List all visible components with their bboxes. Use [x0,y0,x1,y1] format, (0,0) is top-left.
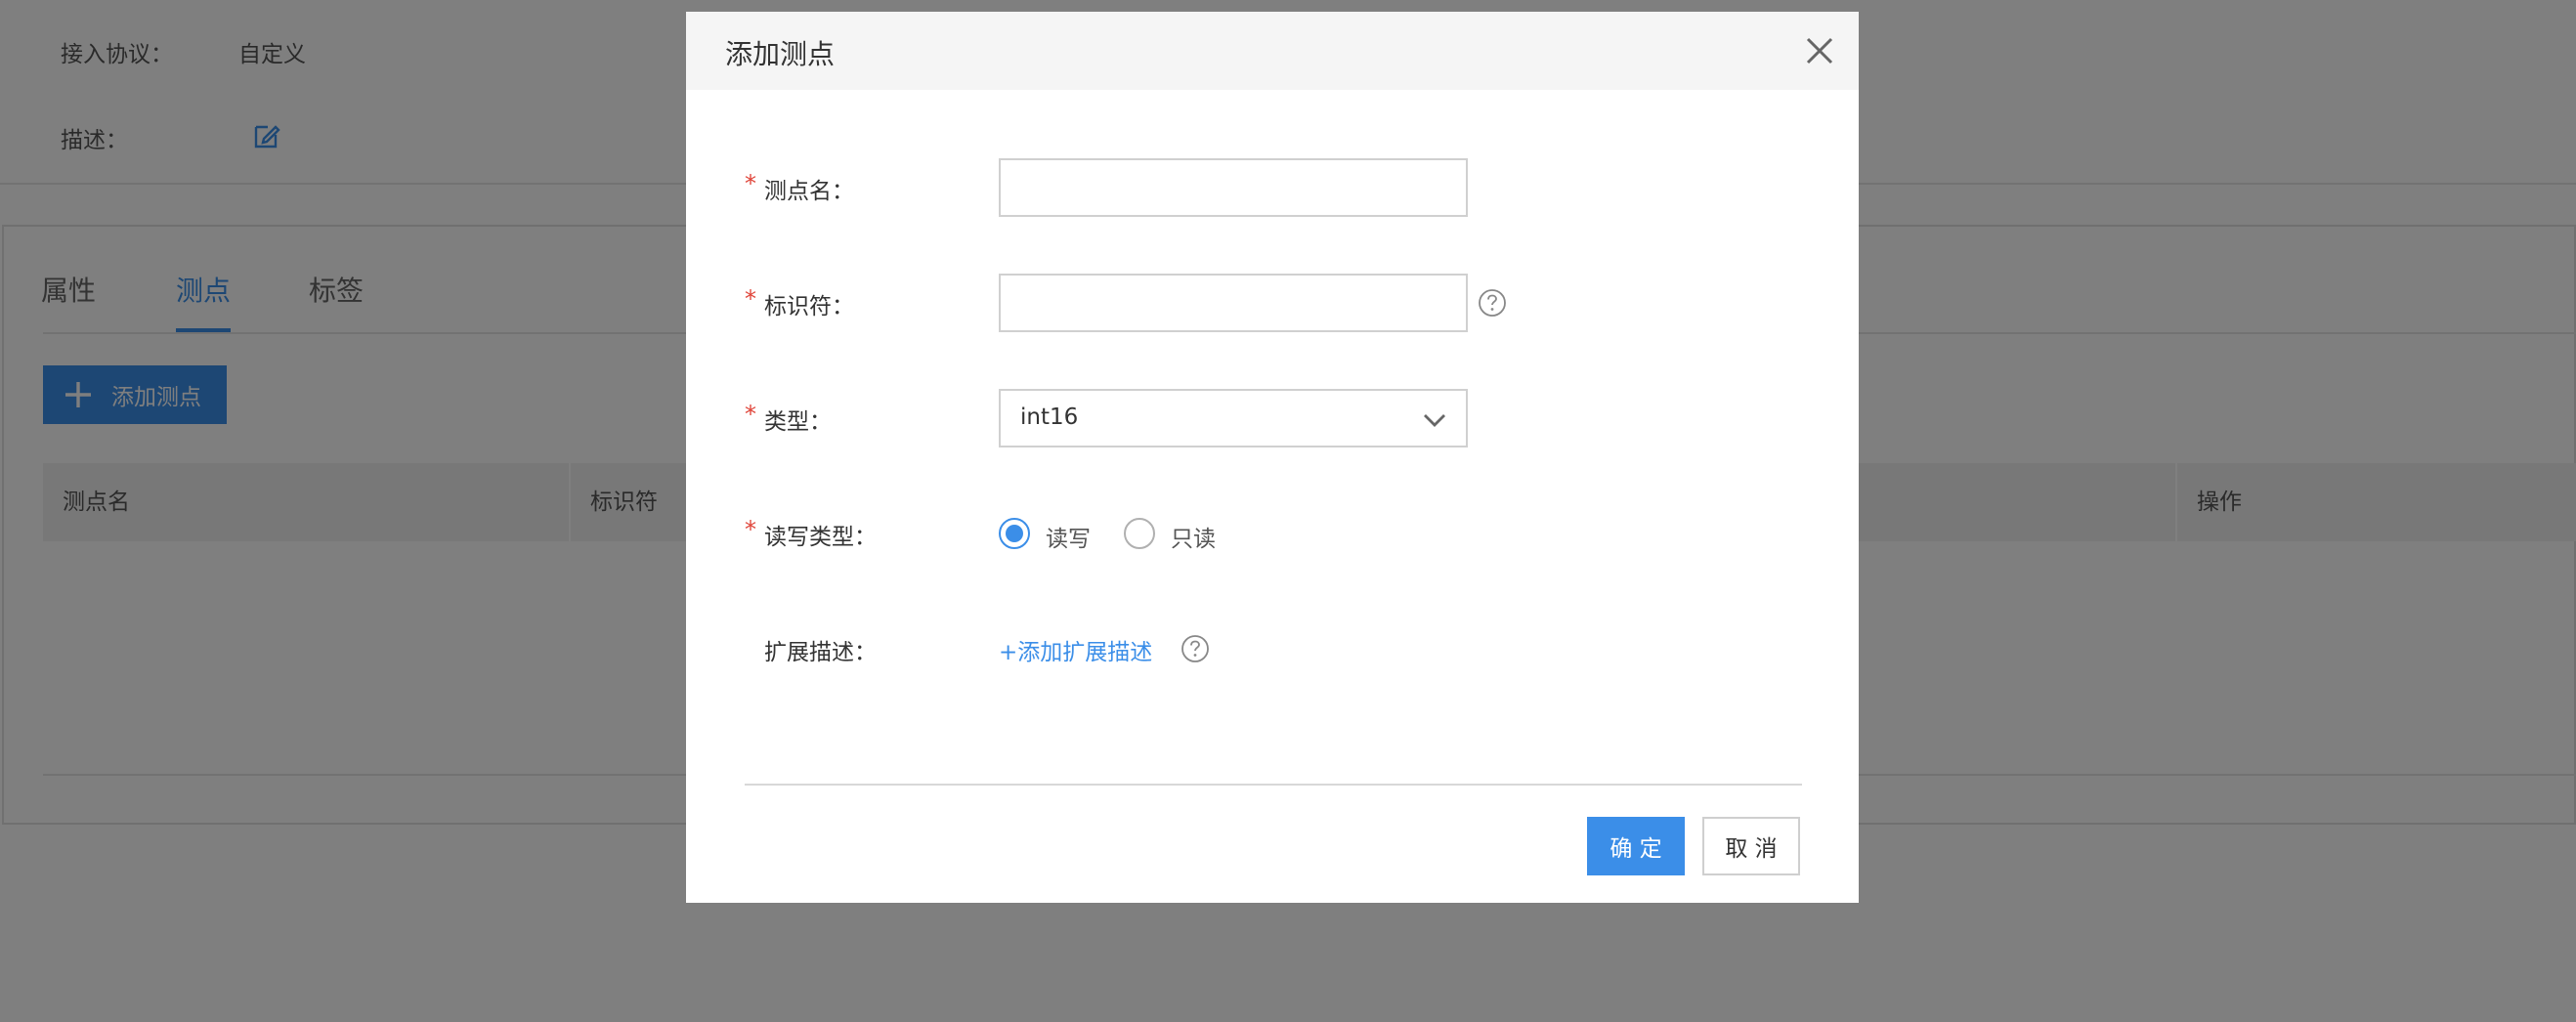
chevron-down-icon [1424,414,1445,427]
ext-desc-label: 扩展描述： [764,640,877,665]
confirm-button[interactable]: 确 定 [1587,817,1685,875]
radio-read-only[interactable] [1124,518,1155,549]
add-point-dialog: 添加测点 * 测点名： * 标识符： * 类型： int16 * 读写类型： 读… [686,12,1859,903]
cancel-button[interactable]: 取 消 [1702,817,1800,875]
radio-read-write[interactable] [999,518,1030,549]
form-row-ext-desc: 扩展描述： +添加扩展描述 [686,619,1859,678]
radio-read-write-label[interactable]: 读写 [1046,520,1091,553]
dialog-header: 添加测点 [686,12,1859,90]
name-label: 测点名： [764,179,854,204]
type-label: 类型： [764,409,832,435]
add-ext-desc-link[interactable]: +添加扩展描述 [999,633,1152,666]
name-input[interactable] [999,158,1468,217]
identifier-label: 标识符： [764,294,854,319]
type-selected-value: int16 [1020,405,1079,430]
dialog-title: 添加测点 [725,38,836,70]
required-mark: * [745,516,756,543]
form-row-rw-type: * 读写类型： 读写 只读 [686,504,1859,563]
radio-read-only-label[interactable]: 只读 [1171,520,1216,553]
rw-type-label: 读写类型： [764,525,877,550]
identifier-input[interactable] [999,274,1468,332]
required-mark: * [745,170,756,197]
form-row-type: * 类型： int16 [686,389,1859,447]
form-row-identifier: * 标识符： [686,274,1859,332]
type-select[interactable]: int16 [999,389,1468,447]
close-icon[interactable] [1802,33,1837,68]
form-row-name: * 测点名： [686,158,1859,217]
required-mark: * [745,285,756,313]
dialog-footer-divider [745,784,1802,786]
page: 接入协议： 自定义 描述： 属性 测点 标签 添加测点 测点名 标识符 操作 添… [0,0,2576,1022]
help-icon[interactable] [1181,634,1210,663]
help-icon[interactable] [1478,288,1507,318]
required-mark: * [745,401,756,428]
